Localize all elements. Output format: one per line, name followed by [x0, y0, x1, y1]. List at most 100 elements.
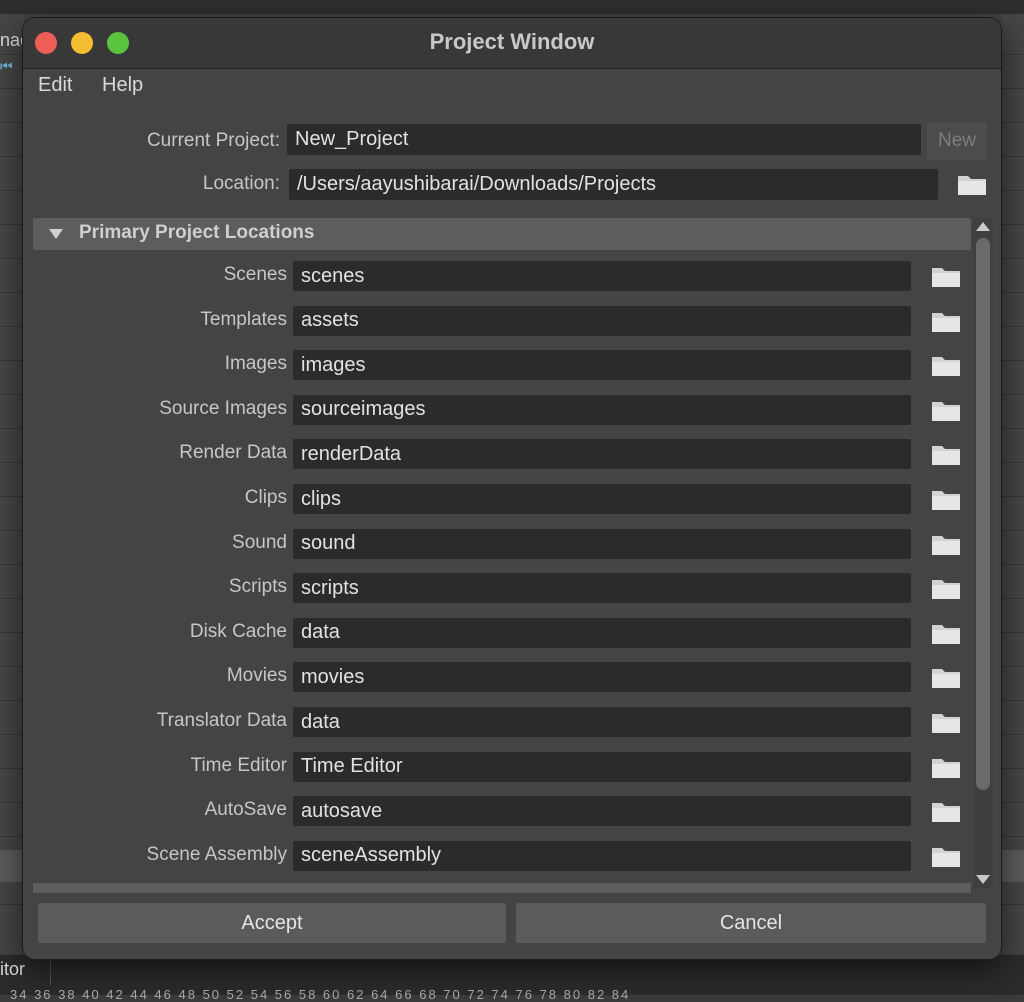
- background-grid-line: [0, 258, 24, 259]
- new-project-button[interactable]: New: [927, 122, 987, 160]
- background-grid-line: [0, 394, 24, 395]
- location-row-field[interactable]: clips: [293, 484, 911, 514]
- background-grid-line: [1002, 632, 1024, 633]
- location-row-field[interactable]: data: [293, 617, 911, 648]
- menu-bar: Edit Help: [23, 69, 1001, 105]
- location-field[interactable]: /Users/aayushibarai/Downloads/Projects: [289, 169, 938, 200]
- location-row-field[interactable]: scripts: [293, 573, 911, 604]
- background-toolbar: [0, 0, 1024, 14]
- background-grid-line: [1002, 734, 1024, 735]
- folder-icon[interactable]: [931, 576, 961, 600]
- location-row-field[interactable]: assets: [293, 305, 911, 336]
- background-grid-line: [1002, 700, 1024, 701]
- background-grid-line: [0, 530, 24, 531]
- location-row-field[interactable]: renderData: [293, 439, 911, 470]
- location-row-field[interactable]: scenes: [293, 261, 911, 291]
- folder-icon[interactable]: [931, 665, 961, 689]
- background-grid-line: [0, 360, 24, 361]
- project-window: Project Window Edit Help Current Project…: [23, 18, 1001, 959]
- background-grid-line: [1002, 598, 1024, 599]
- background-grid-line: [1002, 258, 1024, 259]
- location-row-label: Source Images: [159, 397, 287, 419]
- background-grid-line: [0, 54, 24, 55]
- scroll-thumb[interactable]: [976, 238, 990, 790]
- location-row-label: Sound: [232, 531, 287, 553]
- location-label: Location:: [202, 173, 280, 194]
- title-bar[interactable]: Project Window: [23, 18, 1001, 69]
- background-grid-line: [1002, 768, 1024, 769]
- folder-icon[interactable]: [931, 755, 961, 779]
- menu-help[interactable]: Help: [102, 74, 143, 97]
- location-row-field[interactable]: Time Editor: [293, 751, 911, 782]
- background-grid-line: [0, 904, 24, 905]
- location-row-label: Scenes: [223, 264, 287, 285]
- background-grid-line: [1002, 326, 1024, 327]
- scroll-up-arrow-icon[interactable]: [976, 222, 990, 231]
- location-folder-icon[interactable]: [957, 172, 987, 196]
- background-timeline: itor 34 36 38 40 42 44 46 48 50 52 54 56…: [0, 955, 1024, 1002]
- background-grid-line: [1002, 904, 1024, 905]
- background-grid-line: [0, 428, 24, 429]
- location-row-field[interactable]: images: [293, 350, 911, 381]
- folder-icon[interactable]: [931, 710, 961, 734]
- background-grid-line: [1002, 428, 1024, 429]
- location-row-field[interactable]: sceneAssembly: [293, 840, 911, 871]
- folder-icon[interactable]: [931, 799, 961, 823]
- background-highlight-right: [1002, 850, 1024, 882]
- background-grid-line: [1002, 666, 1024, 667]
- background-grid-line: [1002, 564, 1024, 565]
- background-grid-line: [1002, 156, 1024, 157]
- current-project-field[interactable]: New_Project: [287, 124, 921, 155]
- triangle-down-icon[interactable]: [49, 229, 63, 239]
- background-grid-line: [1002, 224, 1024, 225]
- location-row-label: Clips: [244, 487, 287, 508]
- location-row-field[interactable]: sound: [293, 528, 911, 559]
- folder-icon[interactable]: [931, 844, 961, 868]
- secondary-locations-header[interactable]: [33, 883, 971, 893]
- background-grid-line: [1002, 190, 1024, 191]
- location-row-field[interactable]: autosave: [293, 796, 911, 827]
- background-grid-line: [0, 326, 24, 327]
- background-grid-line: [1002, 802, 1024, 803]
- folder-icon[interactable]: [931, 353, 961, 377]
- background-grid-line: [0, 88, 24, 89]
- location-row-field[interactable]: sourceimages: [293, 394, 911, 425]
- background-grid-line: [0, 666, 24, 667]
- background-grid-line: [0, 802, 24, 803]
- background-grid-line: [1002, 462, 1024, 463]
- background-grid-line: [0, 836, 24, 837]
- location-row-label: Images: [224, 353, 287, 375]
- background-divider: [50, 955, 51, 985]
- location-row-field[interactable]: movies: [293, 662, 911, 693]
- background-grid-line: [1002, 836, 1024, 837]
- background-left-panel: [0, 14, 24, 954]
- folder-icon[interactable]: [931, 487, 961, 511]
- vertical-scrollbar[interactable]: [973, 218, 993, 888]
- location-row-label: Scripts: [228, 576, 287, 598]
- folder-icon[interactable]: [931, 264, 961, 288]
- scroll-down-arrow-icon[interactable]: [976, 875, 990, 884]
- location-row-label: Render Data: [179, 442, 287, 464]
- location-row-field[interactable]: data: [293, 707, 911, 737]
- background-grid-line: [0, 496, 24, 497]
- primary-locations-header[interactable]: Primary Project Locations: [33, 218, 971, 250]
- background-grid-line: [1002, 88, 1024, 89]
- cancel-button[interactable]: Cancel: [516, 903, 986, 943]
- accept-button[interactable]: Accept: [38, 903, 506, 943]
- background-grid-line: [0, 462, 24, 463]
- folder-icon[interactable]: [931, 442, 961, 466]
- background-grid-line: [1002, 360, 1024, 361]
- folder-icon[interactable]: [931, 398, 961, 422]
- current-project-label: Current Project:: [146, 130, 280, 151]
- menu-edit[interactable]: Edit: [38, 74, 72, 97]
- folder-icon[interactable]: [931, 309, 961, 333]
- window-title: Project Window: [429, 29, 595, 54]
- background-grid-line: [0, 122, 24, 123]
- background-grid-line: [0, 768, 24, 769]
- folder-icon[interactable]: [931, 532, 961, 556]
- location-row-label: Time Editor: [190, 754, 287, 776]
- background-grid-line: [0, 190, 24, 191]
- folder-icon[interactable]: [931, 621, 961, 645]
- background-grid-line: [1002, 496, 1024, 497]
- background-grid-line: [0, 224, 24, 225]
